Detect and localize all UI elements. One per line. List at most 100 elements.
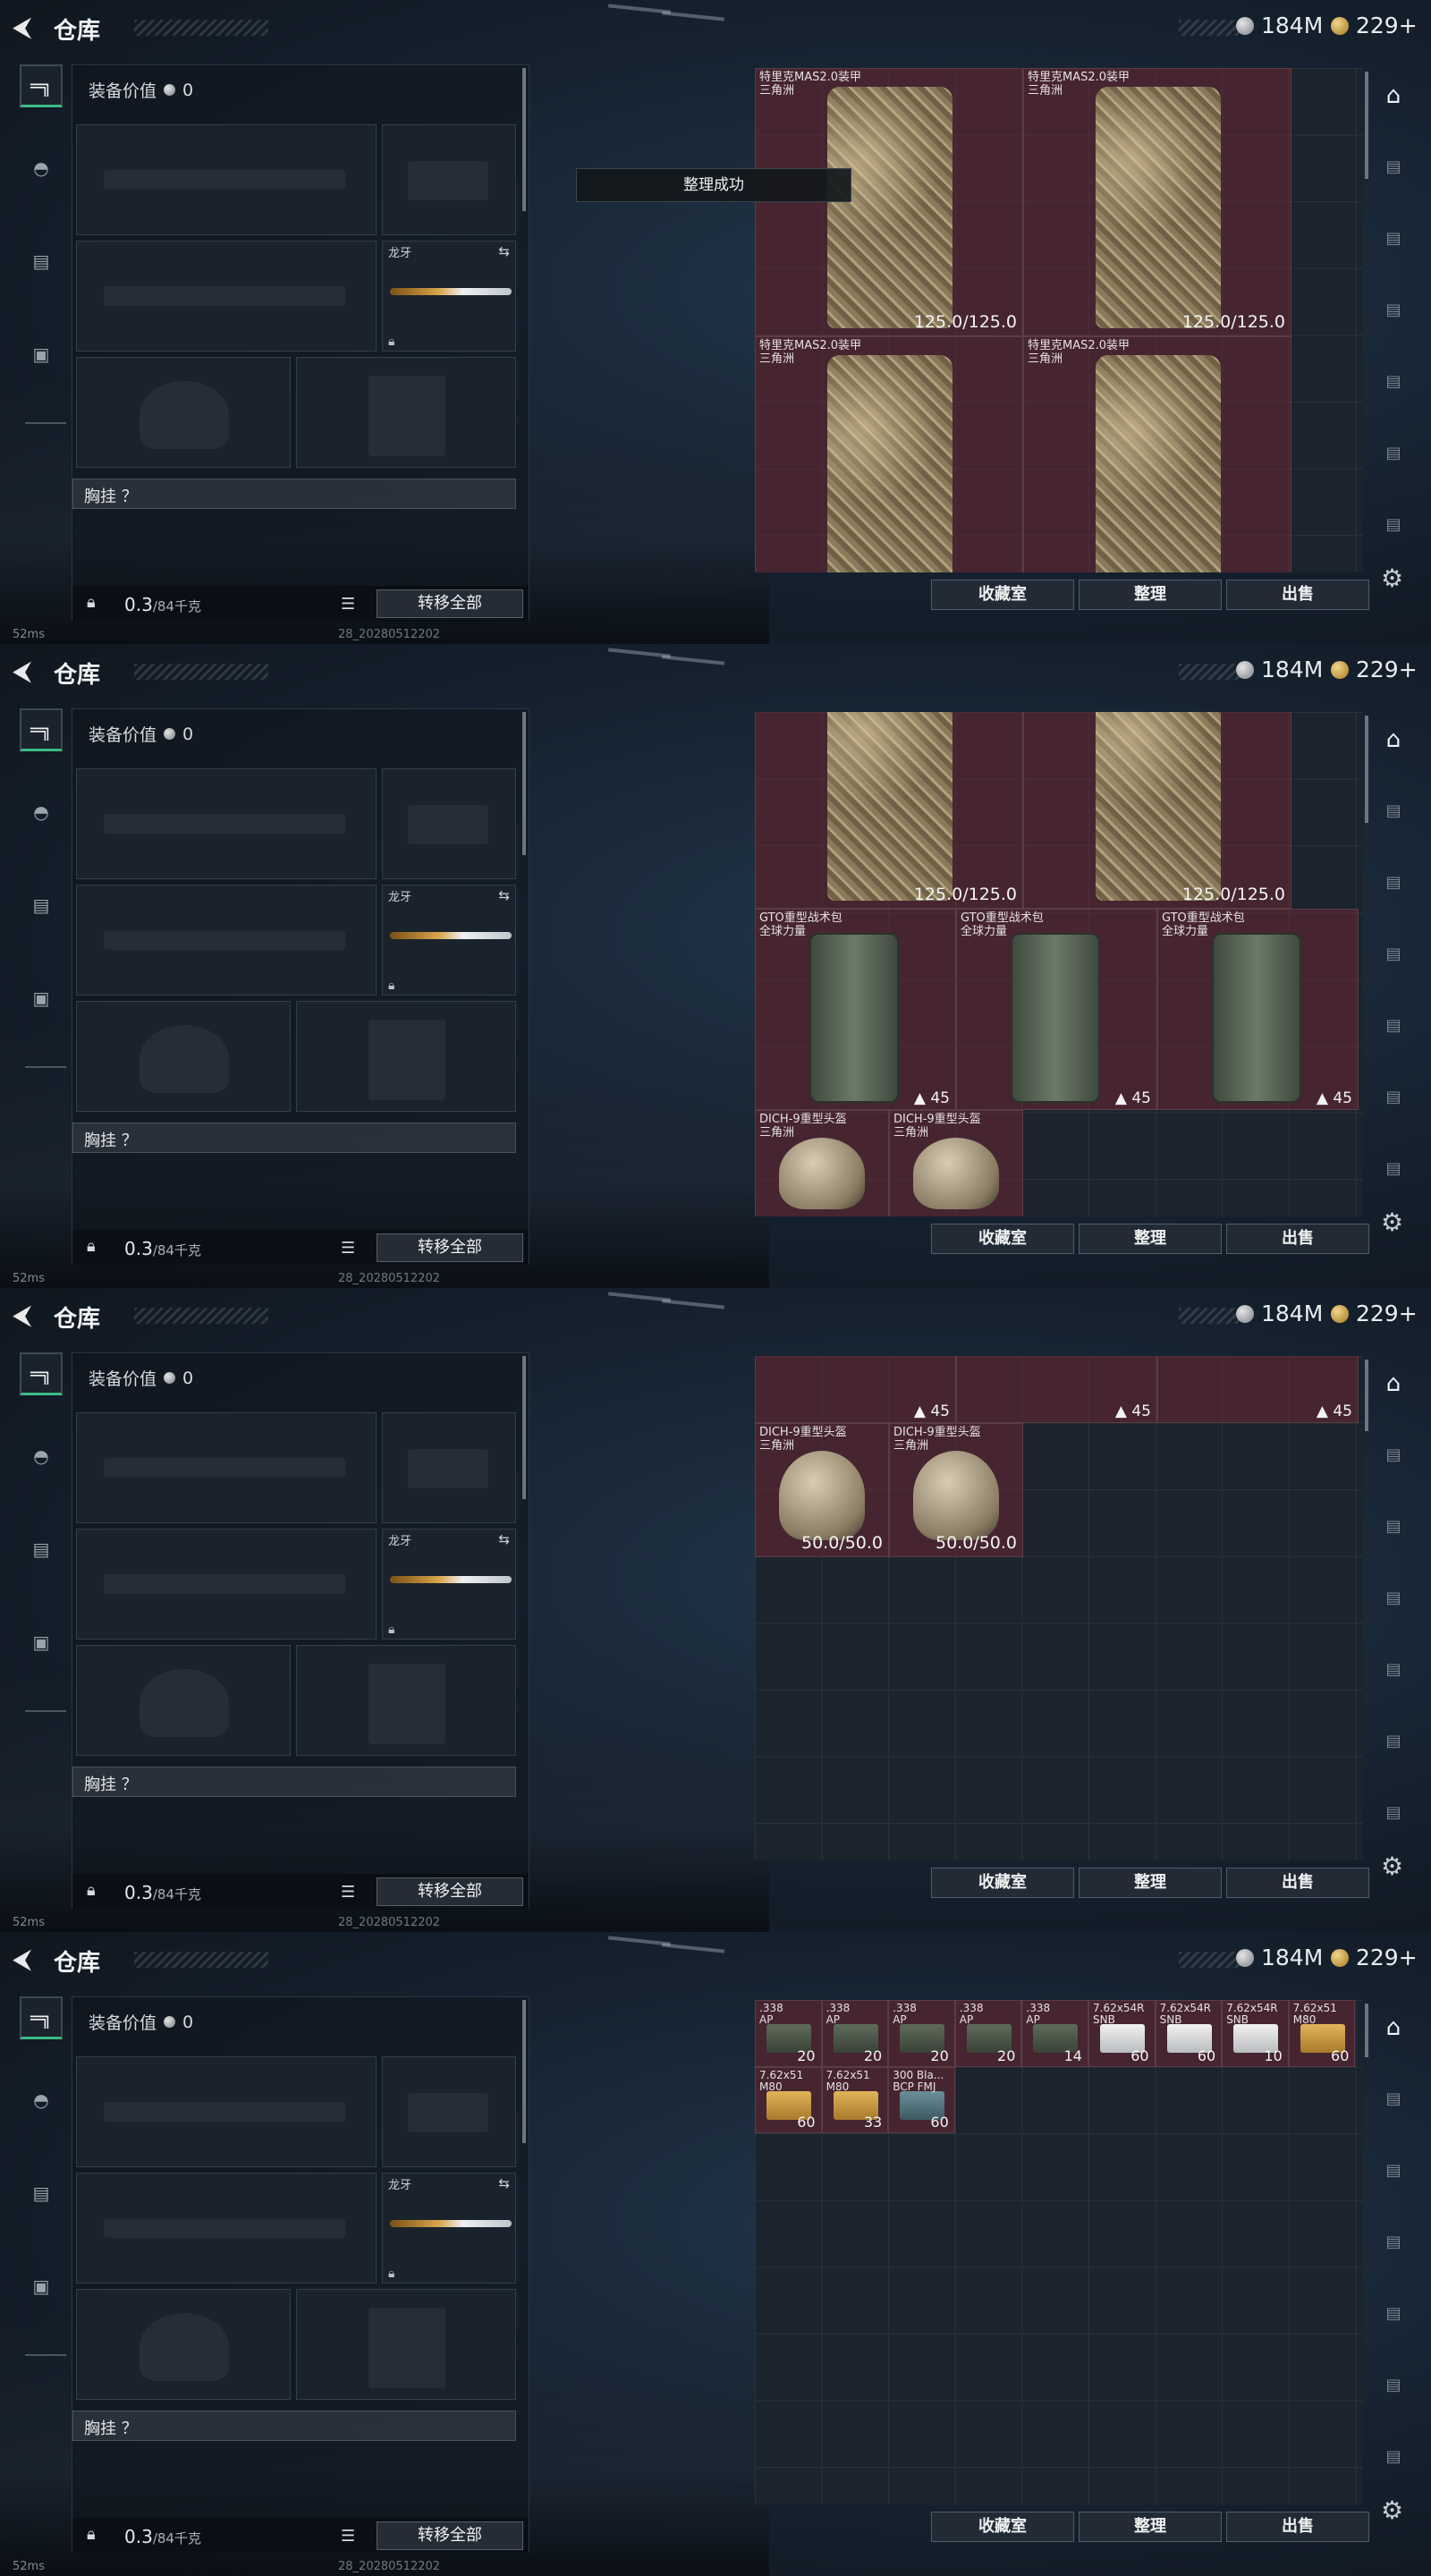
armor-slot[interactable] — [296, 357, 516, 468]
melee-slot[interactable]: 龙牙 ⇆ 🔒︎ — [382, 2173, 516, 2284]
collection-button[interactable]: 收藏室 — [931, 580, 1074, 610]
backpack-item[interactable]: ▲ 45 — [956, 1356, 1157, 1423]
storage-tab-3[interactable]: ▤ — [1379, 2233, 1408, 2258]
armor-slot[interactable] — [296, 1001, 516, 1112]
secondary-weapon-slot[interactable] — [76, 885, 377, 996]
armor-item[interactable]: 特里克MAS2.0装甲 三角洲 125.0/125.0 — [755, 68, 1023, 336]
storage-grid[interactable]: ▲ 45 ▲ 45 ▲ 45 DICH-9重型头盔 三角洲 50.0/50.0 … — [755, 1356, 1363, 1860]
storage-grid[interactable]: .338 AP 20 .338 AP 20 .338 AP 20 .338 AP… — [755, 2000, 1363, 2504]
storage-tab-4[interactable]: ▤ — [1379, 372, 1408, 397]
ammo-item[interactable]: 7.62x51 M80 60 — [755, 2066, 822, 2134]
ammo-item[interactable]: 7.62x54R SNB 60 — [1155, 2000, 1223, 2067]
list-icon[interactable]: ☰ — [341, 1239, 355, 1258]
nav-case[interactable]: ▣ — [20, 333, 63, 376]
collection-button[interactable]: 收藏室 — [931, 1868, 1074, 1898]
nav-weapons[interactable]: ═╗ — [20, 708, 63, 751]
chest-rig-header[interactable]: 胸挂 ？ — [72, 2411, 516, 2441]
ammo-item[interactable]: .338 AP 20 — [888, 2000, 955, 2067]
pistol-slot[interactable] — [382, 124, 516, 235]
storage-tab-5[interactable]: ▤ — [1379, 2376, 1408, 2401]
collection-button[interactable]: 收藏室 — [931, 1224, 1074, 1254]
back-arrow-icon[interactable]: ⮜ — [13, 1946, 31, 1973]
silver-currency[interactable]: 184M — [1236, 1945, 1323, 1970]
storage-tab-5[interactable]: ▤ — [1379, 1732, 1408, 1757]
silver-currency[interactable]: 184M — [1236, 657, 1323, 682]
storage-tab-2[interactable]: ▤ — [1379, 2161, 1408, 2186]
nav-case[interactable]: ▣ — [20, 977, 63, 1020]
chest-rig-header[interactable]: 胸挂 ？ — [72, 479, 516, 509]
helmet-slot[interactable] — [76, 1645, 291, 1756]
transfer-all-button[interactable]: 转移全部 — [377, 1233, 523, 1262]
primary-weapon-slot[interactable] — [76, 2056, 377, 2167]
lock-icon[interactable]: 🔒︎ — [87, 593, 96, 612]
equipment-scrollbar[interactable] — [522, 68, 526, 211]
storage-tab-1[interactable]: ▤ — [1379, 801, 1408, 826]
pistol-slot[interactable] — [382, 1412, 516, 1523]
organize-button[interactable]: 整理 — [1079, 2512, 1222, 2542]
storage-icon[interactable]: ⌂ — [1379, 82, 1408, 109]
armor-slot[interactable] — [296, 1645, 516, 1756]
helmet-item[interactable]: DICH-9重型头盔 三角洲 — [755, 1110, 889, 1216]
armor-slot[interactable] — [296, 2289, 516, 2400]
armor-item[interactable]: 特里克MAS2.0装甲 三角洲 125.0/125.0 — [1023, 68, 1291, 336]
nav-helmet[interactable]: ◓ — [20, 2079, 63, 2122]
equipment-scrollbar[interactable] — [522, 1356, 526, 1499]
storage-tab-6[interactable]: ▤ — [1379, 515, 1408, 540]
sell-button[interactable]: 出售 — [1226, 2512, 1369, 2542]
nav-helmet[interactable]: ◓ — [20, 1435, 63, 1478]
storage-tab-2[interactable]: ▤ — [1379, 229, 1408, 254]
melee-slot[interactable]: 龙牙 ⇆ 🔒︎ — [382, 885, 516, 996]
armor-item[interactable]: 125.0/125.0 — [755, 712, 1023, 909]
storage-tab-3[interactable]: ▤ — [1379, 945, 1408, 970]
ammo-item[interactable]: 7.62x51 M80 33 — [821, 2066, 889, 2134]
equipment-scrollbar[interactable] — [522, 2000, 526, 2143]
nav-rig[interactable]: ▤ — [20, 2172, 63, 2215]
chest-rig-header[interactable]: 胸挂 ？ — [72, 1123, 516, 1153]
nav-case[interactable]: ▣ — [20, 1621, 63, 1664]
nav-rig[interactable]: ▤ — [20, 884, 63, 927]
list-icon[interactable]: ☰ — [341, 2527, 355, 2546]
nav-weapons[interactable]: ═╗ — [20, 1352, 63, 1395]
gold-currency[interactable]: 229+ — [1331, 13, 1418, 38]
ammo-item[interactable]: .338 AP 20 — [954, 2000, 1022, 2067]
organize-button[interactable]: 整理 — [1079, 1224, 1222, 1254]
storage-scrollbar[interactable] — [1365, 716, 1368, 823]
backpack-item[interactable]: ▲ 45 — [1157, 1356, 1359, 1423]
ammo-item[interactable]: 7.62x54R SNB 10 — [1222, 2000, 1289, 2067]
storage-scrollbar[interactable] — [1365, 72, 1368, 179]
nav-helmet[interactable]: ◓ — [20, 791, 63, 834]
sell-button[interactable]: 出售 — [1226, 1868, 1369, 1898]
storage-icon[interactable]: ⌂ — [1379, 2014, 1408, 2041]
sell-button[interactable]: 出售 — [1226, 1224, 1369, 1254]
storage-tab-6[interactable]: ▤ — [1379, 1803, 1408, 1828]
nav-weapons[interactable]: ═╗ — [20, 64, 63, 107]
storage-tab-6[interactable]: ▤ — [1379, 2447, 1408, 2472]
lock-icon[interactable]: 🔒︎ — [87, 1881, 96, 1900]
primary-weapon-slot[interactable] — [76, 124, 377, 235]
gold-currency[interactable]: 229+ — [1331, 1301, 1418, 1326]
transfer-all-button[interactable]: 转移全部 — [377, 1877, 523, 1906]
melee-slot[interactable]: 龙牙 ⇆ 🔒︎ — [382, 1529, 516, 1640]
nav-rig[interactable]: ▤ — [20, 240, 63, 283]
list-icon[interactable]: ☰ — [341, 1883, 355, 1902]
storage-tab-2[interactable]: ▤ — [1379, 873, 1408, 898]
helmet-slot[interactable] — [76, 1001, 291, 1112]
back-arrow-icon[interactable]: ⮜ — [13, 14, 31, 41]
storage-tab-1[interactable]: ▤ — [1379, 157, 1408, 182]
storage-scrollbar[interactable] — [1365, 1360, 1368, 1431]
nav-helmet[interactable]: ◓ — [20, 147, 63, 190]
swap-icon[interactable]: ⇆ — [498, 243, 510, 259]
gear-icon[interactable]: ⚙ — [1381, 1852, 1403, 1881]
swap-icon[interactable]: ⇆ — [498, 2175, 510, 2191]
armor-item[interactable]: 特里克MAS2.0装甲 三角洲 125.0/125.0 — [1023, 336, 1291, 572]
helmet-item[interactable]: DICH-9重型头盔 三角洲 50.0/50.0 — [755, 1423, 889, 1557]
organize-button[interactable]: 整理 — [1079, 580, 1222, 610]
equipment-scrollbar[interactable] — [522, 712, 526, 855]
pistol-slot[interactable] — [382, 2056, 516, 2167]
back-arrow-icon[interactable]: ⮜ — [13, 658, 31, 685]
backpack-item[interactable]: GTO重型战术包 全球力量 ▲ 45 — [1157, 909, 1359, 1110]
armor-item[interactable]: 特里克MAS2.0装甲 三角洲 125.0/125.0 — [755, 336, 1023, 572]
storage-tab-2[interactable]: ▤ — [1379, 1517, 1408, 1542]
lock-icon[interactable]: 🔒︎ — [87, 1237, 96, 1256]
transfer-all-button[interactable]: 转移全部 — [377, 2521, 523, 2550]
